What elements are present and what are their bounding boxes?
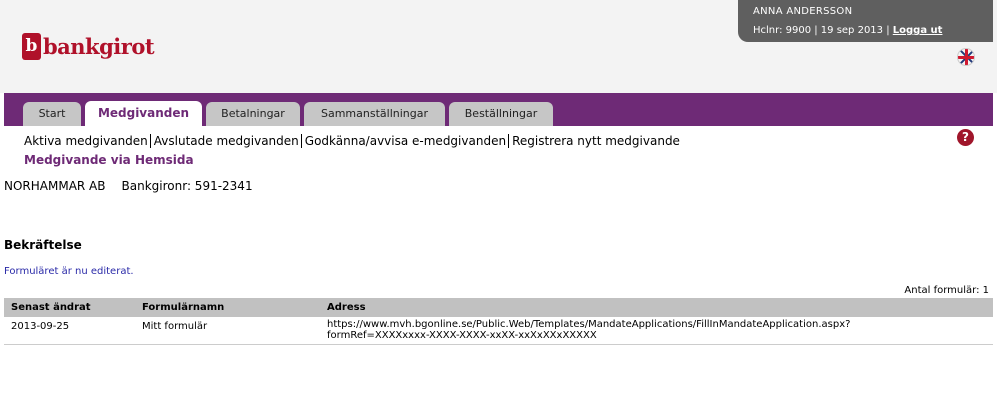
subnav-via-website[interactable]: Medgivande via Hemsida — [24, 153, 194, 167]
subnav-approve-reject[interactable]: Godkänna/avvisa e-medgivanden — [305, 134, 506, 148]
bankgirot-logo[interactable]: b bankgirot — [22, 29, 155, 63]
subnav-active-mandates[interactable]: Aktiva medgivanden — [24, 134, 148, 148]
column-header-last-changed[interactable]: Senast ändrat — [4, 298, 135, 317]
sub-navigation: Aktiva medgivanden Avslutade medgivanden G… — [24, 133, 680, 149]
cell-date: 2013-09-25 — [4, 317, 135, 345]
help-icon[interactable]: ? — [957, 129, 974, 146]
column-header-form-name[interactable]: Formulärnamn — [135, 298, 320, 317]
header: b bankgirot ANNA ANDERSSON Hclnr: 9900 |… — [0, 0, 997, 93]
user-info: Hclnr: 9900 | 19 sep 2013 | Logga ut — [753, 21, 993, 40]
form-count: Antal formulär: 1 — [904, 285, 989, 296]
address-line-1: https://www.mvh.bgonline.se/Public.Web/T… — [327, 319, 851, 330]
table-header-row: Senast ändrat Formulärnamn Adress — [4, 298, 993, 317]
uk-flag-icon[interactable] — [957, 48, 975, 66]
user-box: ANNA ANDERSSON Hclnr: 9900 | 19 sep 2013… — [738, 0, 993, 42]
confirmation-message: Formuläret är nu editerat. — [4, 266, 134, 277]
subnav-ended-mandates[interactable]: Avslutade medgivanden — [154, 134, 299, 148]
forms-table: Senast ändrat Formulärnamn Adress 2013-0… — [4, 298, 993, 345]
table-row[interactable]: 2013-09-25 Mitt formulär https://www.mvh… — [4, 317, 993, 345]
bankgiro-number: Bankgironr: 591-2341 — [121, 179, 253, 193]
column-header-address[interactable]: Adress — [320, 298, 993, 317]
company-info: NORHAMMAR AB Bankgironr: 591-2341 — [4, 179, 253, 193]
page-title: Bekräftelse — [4, 238, 82, 252]
user-info-text: Hclnr: 9900 | 19 sep 2013 | — [753, 25, 893, 36]
tab-medgivanden[interactable]: Medgivanden — [85, 101, 202, 126]
cell-address[interactable]: https://www.mvh.bgonline.se/Public.Web/T… — [320, 317, 993, 345]
main-navigation: Start Medgivanden Betalningar Sammanstäl… — [4, 93, 993, 126]
tab-sammanstallningar[interactable]: Sammanställningar — [304, 102, 445, 126]
user-name: ANNA ANDERSSON — [753, 6, 853, 17]
subnav-register-new[interactable]: Registrera nytt medgivande — [512, 134, 680, 148]
tab-start[interactable]: Start — [23, 102, 81, 126]
address-line-2: formRef=XXXXxxxx-XXXX-XXXX-xxXX-xxXxXXxX… — [327, 330, 597, 341]
logo-mark: b — [22, 32, 41, 60]
logout-link[interactable]: Logga ut — [893, 25, 943, 36]
company-name: NORHAMMAR AB — [4, 179, 106, 193]
logo-text: bankgirot — [43, 33, 155, 59]
cell-form-name[interactable]: Mitt formulär — [135, 317, 320, 345]
tab-betalningar[interactable]: Betalningar — [206, 102, 300, 126]
tab-bestallningar[interactable]: Beställningar — [449, 102, 553, 126]
